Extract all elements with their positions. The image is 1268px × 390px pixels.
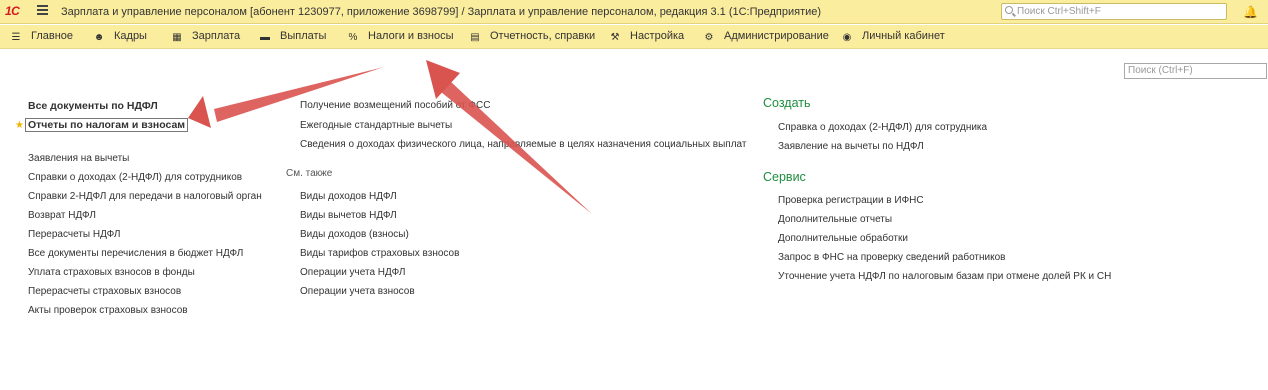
arrow-to-tax-reports [188,67,384,128]
annotation-arrows [188,60,592,214]
arrow-to-taxes-menu [426,60,592,214]
